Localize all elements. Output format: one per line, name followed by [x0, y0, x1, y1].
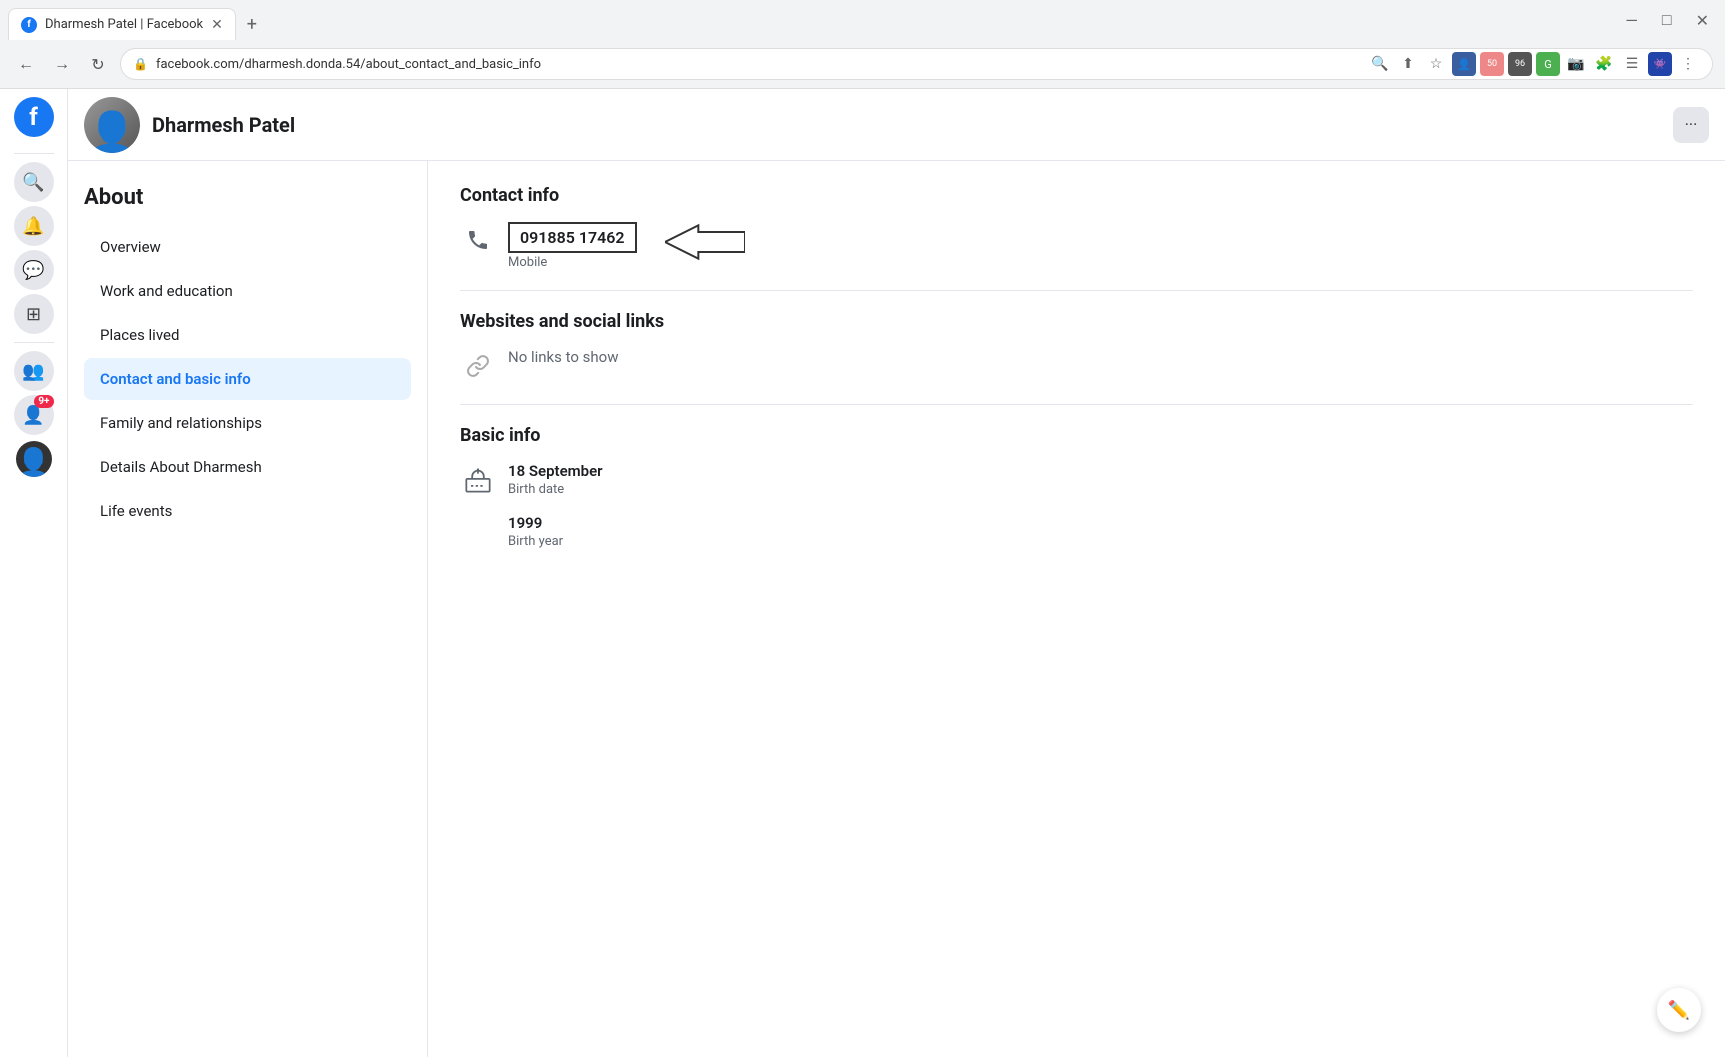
- ext-icon-4[interactable]: G: [1536, 52, 1560, 76]
- ext-icon-2[interactable]: 50: [1480, 52, 1504, 76]
- no-links-text: No links to show: [508, 348, 619, 366]
- left-sidebar: f 🔍 🔔 💬 ⊞ 👥 👤 9+ 👤: [0, 89, 68, 1057]
- browser-extension-icons: 🔍 ⬆ ☆ 👤 50 96 G 📷 🧩 ☰ 👾 ⋮: [1368, 52, 1700, 76]
- birth-date-info: 18 September Birth date: [508, 462, 603, 497]
- puzzle-icon[interactable]: 🧩: [1592, 52, 1616, 76]
- phone-row: 091885 17462 Mobile: [460, 222, 1693, 270]
- lock-icon: 🔒: [133, 57, 148, 71]
- share-icon[interactable]: ⬆: [1396, 52, 1420, 76]
- birth-year-row: 1999 Birth year: [508, 514, 1693, 549]
- birth-year-value: 1999: [508, 514, 563, 532]
- no-links-text-container: No links to show: [508, 348, 619, 366]
- camera-icon[interactable]: 📷: [1564, 52, 1588, 76]
- profile-content: Contact info 091885 17462 Mobile: [428, 161, 1725, 1057]
- search-address-icon[interactable]: 🔍: [1368, 52, 1392, 76]
- facebook-f-icon: f: [27, 19, 31, 30]
- reload-button[interactable]: ↻: [84, 50, 112, 78]
- notifications-sidebar-button[interactable]: 👤 9+: [14, 395, 54, 435]
- no-links-row: No links to show: [460, 348, 1693, 384]
- tab-close-button[interactable]: ✕: [211, 17, 223, 33]
- search-sidebar-button[interactable]: 🔍: [14, 162, 54, 202]
- menu-icon[interactable]: ☰: [1620, 52, 1644, 76]
- bookmark-icon[interactable]: ☆: [1424, 52, 1448, 76]
- tab-title: Dharmesh Patel | Facebook: [45, 17, 203, 32]
- notification-badge: 9+: [34, 395, 53, 408]
- browser-chrome: f Dharmesh Patel | Facebook ✕ + — □ ✕ ← …: [0, 0, 1725, 89]
- birth-date-row: 18 September Birth date: [460, 462, 1693, 498]
- birth-year-label: Birth year: [508, 534, 563, 549]
- phone-icon: [460, 222, 496, 258]
- divider-2: [460, 404, 1693, 405]
- birth-date-label: Birth date: [508, 482, 603, 497]
- divider-1: [460, 290, 1693, 291]
- page-wrapper: f 🔍 🔔 💬 ⊞ 👥 👤 9+ 👤: [0, 89, 1725, 1057]
- sidebar-item-family[interactable]: Family and relationships: [84, 402, 411, 444]
- ext-icon-5[interactable]: 👾: [1648, 52, 1672, 76]
- about-title: About: [84, 185, 411, 210]
- sidebar-item-contact[interactable]: Contact and basic info: [84, 358, 411, 400]
- sidebar-item-work[interactable]: Work and education: [84, 270, 411, 312]
- ext-icon-3[interactable]: 96: [1508, 52, 1532, 76]
- url-text: facebook.com/dharmesh.donda.54/about_con…: [156, 57, 1360, 72]
- window-minimize-button[interactable]: —: [1625, 11, 1638, 30]
- address-bar-row: ← → ↻ 🔒 facebook.com/dharmesh.donda.54/a…: [0, 40, 1725, 88]
- contact-info-title: Contact info: [460, 185, 1693, 206]
- phone-label: Mobile: [508, 255, 637, 270]
- messenger-sidebar-icon: 💬: [22, 260, 44, 281]
- basic-info-title: Basic info: [460, 425, 1693, 446]
- profile-name: Dharmesh Patel: [152, 113, 1673, 137]
- window-close-button[interactable]: ✕: [1696, 11, 1709, 30]
- active-tab[interactable]: f Dharmesh Patel | Facebook ✕: [8, 8, 236, 40]
- people-sidebar-icon: 👥: [22, 361, 44, 382]
- facebook-logo[interactable]: f: [14, 97, 54, 137]
- tab-bar: f Dharmesh Patel | Facebook ✕ + — □ ✕: [0, 0, 1725, 40]
- social-links-title: Websites and social links: [460, 311, 1693, 332]
- apps-sidebar-button[interactable]: ⊞: [14, 294, 54, 334]
- edit-icon: ✏️: [1668, 1000, 1690, 1021]
- phone-info-text: 091885 17462 Mobile: [508, 222, 637, 270]
- facebook-f-logo: f: [29, 103, 38, 131]
- people-sidebar-button[interactable]: 👥: [14, 351, 54, 391]
- profile-header: 👤 Dharmesh Patel ···: [68, 89, 1725, 161]
- window-maximize-button[interactable]: □: [1662, 10, 1672, 30]
- profile-sidebar-button[interactable]: 👤: [14, 439, 54, 479]
- search-sidebar-icon: 🔍: [22, 172, 44, 193]
- sidebar-item-life-events[interactable]: Life events: [84, 490, 411, 532]
- new-tab-button[interactable]: +: [236, 8, 268, 40]
- address-bar[interactable]: 🔒 facebook.com/dharmesh.donda.54/about_c…: [120, 48, 1713, 80]
- sidebar-item-details[interactable]: Details About Dharmesh: [84, 446, 411, 488]
- more-dots-icon: ···: [1685, 115, 1698, 134]
- more-options-icon[interactable]: ⋮: [1676, 52, 1700, 76]
- bell-sidebar-button[interactable]: 🔔: [14, 206, 54, 246]
- edit-float-button[interactable]: ✏️: [1657, 988, 1701, 1032]
- messenger-sidebar-button[interactable]: 💬: [14, 250, 54, 290]
- content-body: About Overview Work and education Places…: [68, 161, 1725, 1057]
- birth-date-value: 18 September: [508, 462, 603, 480]
- tab-favicon: f: [21, 17, 37, 33]
- about-sidebar: About Overview Work and education Places…: [68, 161, 428, 1057]
- main-content: 👤 Dharmesh Patel ··· About Overview Work…: [68, 89, 1725, 1057]
- birth-year-info: 1999 Birth year: [508, 514, 563, 549]
- apps-grid-icon: ⊞: [26, 304, 41, 325]
- birthday-cake-icon: [460, 462, 496, 498]
- sidebar-divider-2: [14, 342, 54, 343]
- sidebar-item-overview[interactable]: Overview: [84, 226, 411, 268]
- profile-avatar: 👤: [84, 97, 140, 153]
- arrow-indicator: [665, 222, 745, 262]
- forward-button[interactable]: →: [48, 50, 76, 78]
- back-button[interactable]: ←: [12, 50, 40, 78]
- ext-icon-1[interactable]: 👤: [1452, 52, 1476, 76]
- more-options-button[interactable]: ···: [1673, 107, 1709, 143]
- bell-sidebar-icon: 🔔: [22, 216, 44, 237]
- window-controls: — □ ✕: [1625, 10, 1725, 38]
- phone-number: 091885 17462: [508, 222, 637, 253]
- link-icon: [460, 348, 496, 384]
- sidebar-item-places[interactable]: Places lived: [84, 314, 411, 356]
- sidebar-divider-1: [14, 153, 54, 154]
